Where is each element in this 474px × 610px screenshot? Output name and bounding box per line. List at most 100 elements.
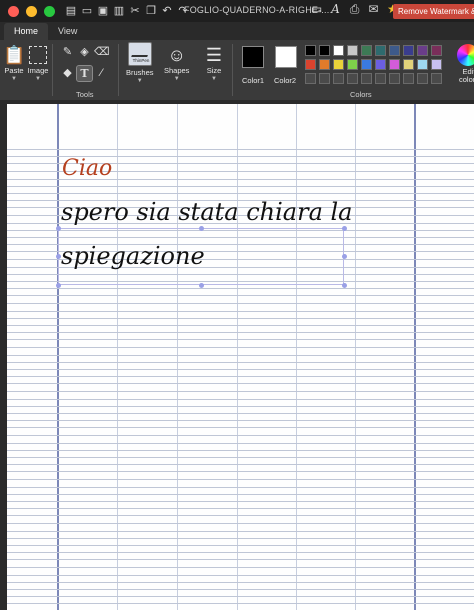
color-wheel-icon[interactable]: [457, 44, 474, 66]
window-layout-icon[interactable]: ▭: [310, 3, 323, 17]
text-selection-box[interactable]: [58, 228, 344, 285]
minimize-window-button[interactable]: [26, 5, 37, 17]
remove-watermark-button[interactable]: Remove Watermark & A: [393, 4, 474, 19]
text-style-icon[interactable]: A: [329, 3, 342, 17]
palette-swatch[interactable]: [347, 45, 358, 56]
ruled-line: [7, 427, 474, 428]
ruled-line: [7, 471, 474, 472]
copy-icon[interactable]: ❐: [145, 5, 157, 17]
resize-handle[interactable]: [56, 254, 61, 259]
image-button[interactable]: Image ▼: [27, 44, 49, 82]
palette-swatch[interactable]: [333, 73, 344, 84]
drawing-canvas[interactable]: Ciao spero sia stata chiara la spiegazio…: [7, 104, 474, 610]
color1-swatch[interactable]: [242, 46, 264, 68]
palette-swatch[interactable]: [347, 59, 358, 70]
shapes-button[interactable]: ☺ Shapes ▼: [164, 44, 189, 82]
ruled-line: [7, 523, 474, 524]
resize-handle[interactable]: [199, 226, 204, 231]
ruled-line: [7, 303, 474, 304]
palette-swatch[interactable]: [347, 73, 358, 84]
ruled-line: [7, 552, 474, 553]
resize-handle[interactable]: [342, 283, 347, 288]
palette-swatch[interactable]: [319, 73, 330, 84]
window-controls: [8, 5, 55, 17]
palette-swatch[interactable]: [333, 59, 344, 70]
palette-swatch[interactable]: [375, 45, 386, 56]
color2-swatch[interactable]: [275, 46, 297, 68]
color1-button[interactable]: Color1: [242, 76, 264, 85]
resize-handle[interactable]: [342, 226, 347, 231]
mail-icon[interactable]: ✉: [367, 3, 380, 17]
paste-button[interactable]: 📋 Paste ▼: [3, 44, 25, 82]
size-button[interactable]: ☰ Size ▼: [203, 44, 225, 82]
fill-bucket-icon[interactable]: ◈: [77, 45, 92, 60]
zoom-window-button[interactable]: [44, 5, 55, 17]
brush-name: ThinPen: [132, 58, 150, 63]
brushes-button[interactable]: Brushes ▼: [126, 68, 154, 84]
new-file-icon[interactable]: ▤: [65, 5, 77, 17]
chevron-down-icon: ▼: [211, 76, 217, 82]
palette-swatch[interactable]: [305, 59, 316, 70]
tab-home[interactable]: Home: [4, 23, 49, 40]
palette-swatch[interactable]: [403, 45, 414, 56]
save-as-icon[interactable]: ▥: [113, 5, 125, 17]
palette-swatch[interactable]: [403, 73, 414, 84]
palette-swatch[interactable]: [305, 45, 316, 56]
palette-swatch[interactable]: [431, 59, 442, 70]
colors-group-label: Colors: [350, 90, 372, 99]
palette-swatch[interactable]: [417, 73, 428, 84]
resize-handle[interactable]: [56, 226, 61, 231]
color2-button[interactable]: Color2: [274, 76, 296, 85]
canvas-workspace: Ciao spero sia stata chiara la spiegazio…: [0, 100, 474, 610]
edit-colors-label: Edit colors: [458, 67, 474, 84]
undo-icon[interactable]: ↶: [161, 5, 173, 17]
eraser-icon[interactable]: ⌫: [94, 45, 110, 60]
palette-swatch[interactable]: [403, 59, 414, 70]
print-icon[interactable]: ⎙: [348, 3, 361, 17]
ruled-line: [7, 479, 474, 480]
palette-swatch[interactable]: [389, 59, 400, 70]
ribbon: 📋 Paste ▼ Image ▼ ✎ ◈ ⌫ ◆ T ⁄ Tools Thin…: [0, 40, 474, 100]
cut-icon[interactable]: ✂: [129, 5, 141, 17]
palette-swatch[interactable]: [333, 45, 344, 56]
palette-swatch[interactable]: [389, 73, 400, 84]
text-tool-icon[interactable]: T: [76, 65, 93, 82]
eyedropper-icon[interactable]: ⁄: [94, 66, 109, 81]
brush-stroke-icon: [131, 47, 151, 57]
ribbon-separator: [232, 44, 233, 96]
resize-handle[interactable]: [342, 254, 347, 259]
palette-swatch[interactable]: [305, 73, 316, 84]
ruled-line: [7, 399, 474, 400]
color-picker-icon[interactable]: ◆: [60, 66, 75, 81]
palette-swatch[interactable]: [431, 45, 442, 56]
ruled-line: [7, 531, 474, 532]
chevron-down-icon: ▼: [136, 78, 143, 84]
tab-view[interactable]: View: [48, 23, 87, 40]
palette-swatch[interactable]: [375, 59, 386, 70]
ribbon-separator: [52, 44, 53, 96]
palette-swatch[interactable]: [361, 73, 372, 84]
ruled-line: [7, 376, 474, 377]
palette-swatch[interactable]: [319, 59, 330, 70]
save-icon[interactable]: ▣: [97, 5, 109, 17]
close-window-button[interactable]: [8, 5, 19, 17]
palette-swatch[interactable]: [361, 45, 372, 56]
selection-icon: [29, 46, 47, 64]
ruled-line: [7, 186, 474, 187]
palette-swatch[interactable]: [417, 59, 428, 70]
open-folder-icon[interactable]: ▭: [81, 5, 93, 17]
palette-swatch[interactable]: [431, 73, 442, 84]
palette-swatch[interactable]: [375, 73, 386, 84]
resize-handle[interactable]: [199, 283, 204, 288]
ruled-line: [7, 559, 474, 560]
resize-handle[interactable]: [56, 283, 61, 288]
palette-swatch[interactable]: [361, 59, 372, 70]
brush-thumbnail[interactable]: ThinPen: [128, 42, 152, 66]
palette-swatch[interactable]: [417, 45, 428, 56]
palette-swatch[interactable]: [319, 45, 330, 56]
ruled-line: [7, 295, 474, 296]
palette-swatch[interactable]: [389, 45, 400, 56]
ruled-line: [7, 362, 474, 363]
pencil-icon[interactable]: ✎: [60, 45, 75, 60]
edit-colors-button[interactable]: Edit colors: [454, 68, 474, 84]
